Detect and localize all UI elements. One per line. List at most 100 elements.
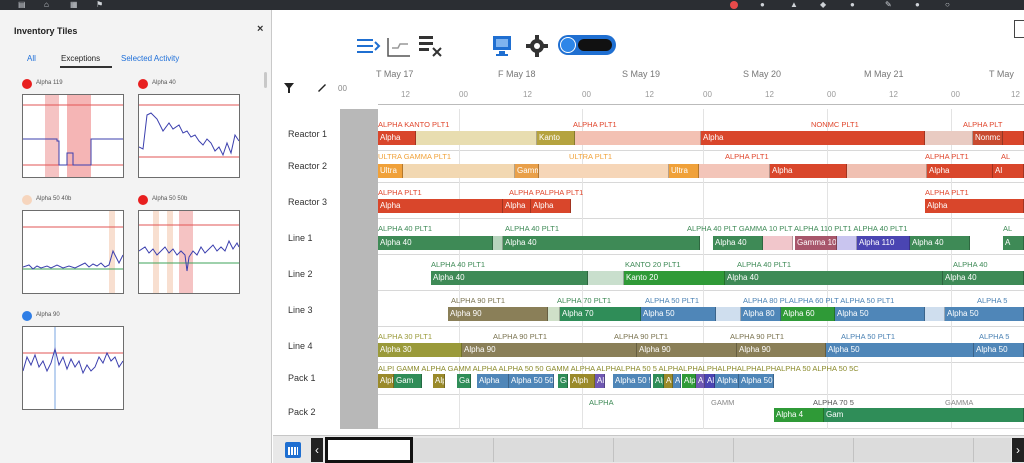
activity-label[interactable]: ALPHA 40 PLT GAMMA 10 PLT ALPHA 110 PLT1…	[687, 224, 997, 233]
activity-bar[interactable]: Alpha	[701, 131, 925, 145]
activity-bar[interactable]: Nonmc	[973, 131, 1003, 145]
activity-label[interactable]: ALPHA 5	[979, 332, 1024, 341]
activity-label[interactable]: ALPHA PLT1	[725, 152, 805, 161]
activity-bar[interactable]	[837, 236, 857, 250]
filter-icon[interactable]	[283, 82, 295, 97]
activity-label[interactable]: ALPHA 40	[953, 260, 1024, 269]
activity-bar[interactable]: Alpha 90	[737, 343, 826, 357]
activity-label[interactable]: ALPHA 70 PLT1	[557, 296, 637, 305]
activity-bar[interactable]: Alpha 40	[431, 271, 588, 285]
activity-label[interactable]: ALPHA 70 5	[813, 398, 873, 407]
activity-label[interactable]: ULTRA GAMMA PLT1	[378, 152, 498, 161]
activity-bar[interactable]: Gam	[457, 374, 471, 388]
activity-bar[interactable]: Alpha 80	[741, 307, 781, 321]
activity-label[interactable]: ALPHA 90 PLT1	[493, 332, 573, 341]
tab-selected-activity[interactable]: Selected Activity	[121, 54, 179, 63]
flag-icon[interactable]: ⚑	[96, 1, 103, 9]
user-icon[interactable]: ○	[945, 1, 950, 9]
activity-bar[interactable]: Alpha	[378, 131, 416, 145]
activity-bar[interactable]: Alpha 60	[781, 307, 835, 321]
activity-bar[interactable]: Alph	[696, 374, 705, 388]
home-icon[interactable]: ⌂	[44, 1, 49, 9]
activity-bar[interactable]: Alpha 30	[378, 343, 462, 357]
view-toggle[interactable]	[558, 35, 616, 55]
activity-bar[interactable]: Gamma 10	[795, 236, 837, 250]
activity-bar[interactable]: Alph	[433, 374, 445, 388]
activity-bar[interactable]: Alpha 50 50b	[715, 374, 739, 388]
activity-label[interactable]: ALPHA PLT1	[925, 152, 985, 161]
tab-exceptions[interactable]: Exceptions	[61, 54, 100, 63]
inventory-tile[interactable]: Alpha 40	[138, 78, 246, 178]
pin-icon[interactable]: ✎	[885, 1, 892, 9]
activity-bar[interactable]: Alpha 40	[503, 236, 700, 250]
activity-label[interactable]: GAMMA	[945, 398, 1005, 407]
gantt-lines-icon[interactable]	[386, 36, 412, 58]
activity-bar[interactable]: Alph	[595, 374, 605, 388]
activity-label[interactable]: ALPHA PLT1	[378, 188, 458, 197]
activity-bar[interactable]: Alpha	[770, 164, 847, 178]
activity-label[interactable]: ALPHA 40 PLT1	[505, 224, 585, 233]
activity-label[interactable]: ALPHA 90 PLT1	[614, 332, 694, 341]
scroll-left-button[interactable]: ‹	[311, 438, 323, 462]
activity-bar[interactable]	[847, 164, 927, 178]
activity-bar[interactable]: Alphi	[378, 374, 394, 388]
activity-bar[interactable]	[493, 236, 503, 250]
inventory-tile[interactable]: Alpha 119	[22, 78, 130, 178]
activity-bar[interactable]: Alpha 90	[637, 343, 737, 357]
activity-bar[interactable]: Gam	[558, 374, 568, 388]
activity-bar[interactable]: Alpha	[378, 199, 503, 213]
activity-label[interactable]: AL	[1003, 224, 1024, 233]
activity-label[interactable]: NONMC PLT1	[811, 120, 921, 129]
inventory-tile[interactable]: Alpha 90	[22, 310, 130, 410]
activity-label[interactable]: ALPHA	[589, 398, 629, 407]
activity-label[interactable]: ALPHA 90 PLT1	[730, 332, 810, 341]
activity-bar[interactable]: Alpha 90	[448, 307, 548, 321]
inventory-tile[interactable]: Alpha 50 50b	[138, 194, 246, 294]
activity-bar[interactable]: Alpha	[477, 374, 509, 388]
activity-bar[interactable]: Ultra	[669, 164, 699, 178]
activity-label[interactable]: ALPHA 50 PLT1	[841, 332, 921, 341]
activity-bar[interactable]	[539, 164, 669, 178]
activity-bar[interactable]: Kanto 20	[624, 271, 725, 285]
activity-label[interactable]: ALPHA PLT1	[573, 120, 673, 129]
activity-bar[interactable]: Gam	[824, 408, 1024, 422]
activity-label[interactable]: ALPHA PLT1	[925, 188, 1005, 197]
activity-label[interactable]: GAMM	[711, 398, 751, 407]
activity-bar[interactable]: Alpha	[927, 164, 993, 178]
activity-bar[interactable]	[575, 131, 701, 145]
activity-bar[interactable]: A	[1003, 236, 1024, 250]
tool-icon[interactable]: ▲	[790, 1, 798, 9]
activity-bar[interactable]: Alph	[653, 374, 664, 388]
panel-scrollbar[interactable]	[264, 72, 267, 88]
activity-label[interactable]: ALPHA 50 PLT1	[645, 296, 725, 305]
activity-bar[interactable]: Alpha 40	[378, 236, 493, 250]
close-icon[interactable]: ×	[257, 23, 263, 35]
activity-bar[interactable]: Alpha 40	[713, 236, 763, 250]
activity-bar[interactable]: Alpha 50	[641, 307, 716, 321]
activity-bar[interactable]	[716, 307, 741, 321]
help-icon[interactable]: ●	[850, 1, 855, 9]
activity-bar[interactable]: Alph	[705, 374, 715, 388]
activity-bar[interactable]	[403, 164, 515, 178]
info-icon[interactable]: ●	[760, 1, 765, 9]
pencil-icon[interactable]	[316, 81, 328, 96]
activity-label[interactable]: ALPHA 90 PLT1	[451, 296, 531, 305]
activity-bar[interactable]: Alpha 70	[560, 307, 641, 321]
activity-bar[interactable]: Al	[993, 164, 1024, 178]
scroll-right-button[interactable]: ›	[1012, 438, 1024, 462]
activity-bar[interactable]: Alpha 50 50b	[613, 374, 651, 388]
activity-bar[interactable]: Alpha 40	[725, 271, 943, 285]
activity-bar[interactable]: Gamm	[515, 164, 539, 178]
activity-bar[interactable]: Kanto	[537, 131, 575, 145]
activity-bar[interactable]: Alpha 50	[974, 343, 1024, 357]
alert-icon[interactable]	[730, 1, 738, 9]
calendar-icon[interactable]	[285, 442, 301, 458]
activity-label[interactable]: ALPHA PALPHA PLT1	[509, 188, 629, 197]
activity-label[interactable]: KANTO 20 PLT1	[625, 260, 715, 269]
activity-bar[interactable]: Alpha 50	[826, 343, 974, 357]
activity-bar[interactable]: Alpha 40	[943, 271, 1024, 285]
activity-bar[interactable]: Alph	[682, 374, 696, 388]
layers-icon[interactable]: ◆	[820, 1, 826, 9]
activity-bar[interactable]	[763, 236, 793, 250]
activity-bar[interactable]: Alpha 50	[739, 374, 774, 388]
